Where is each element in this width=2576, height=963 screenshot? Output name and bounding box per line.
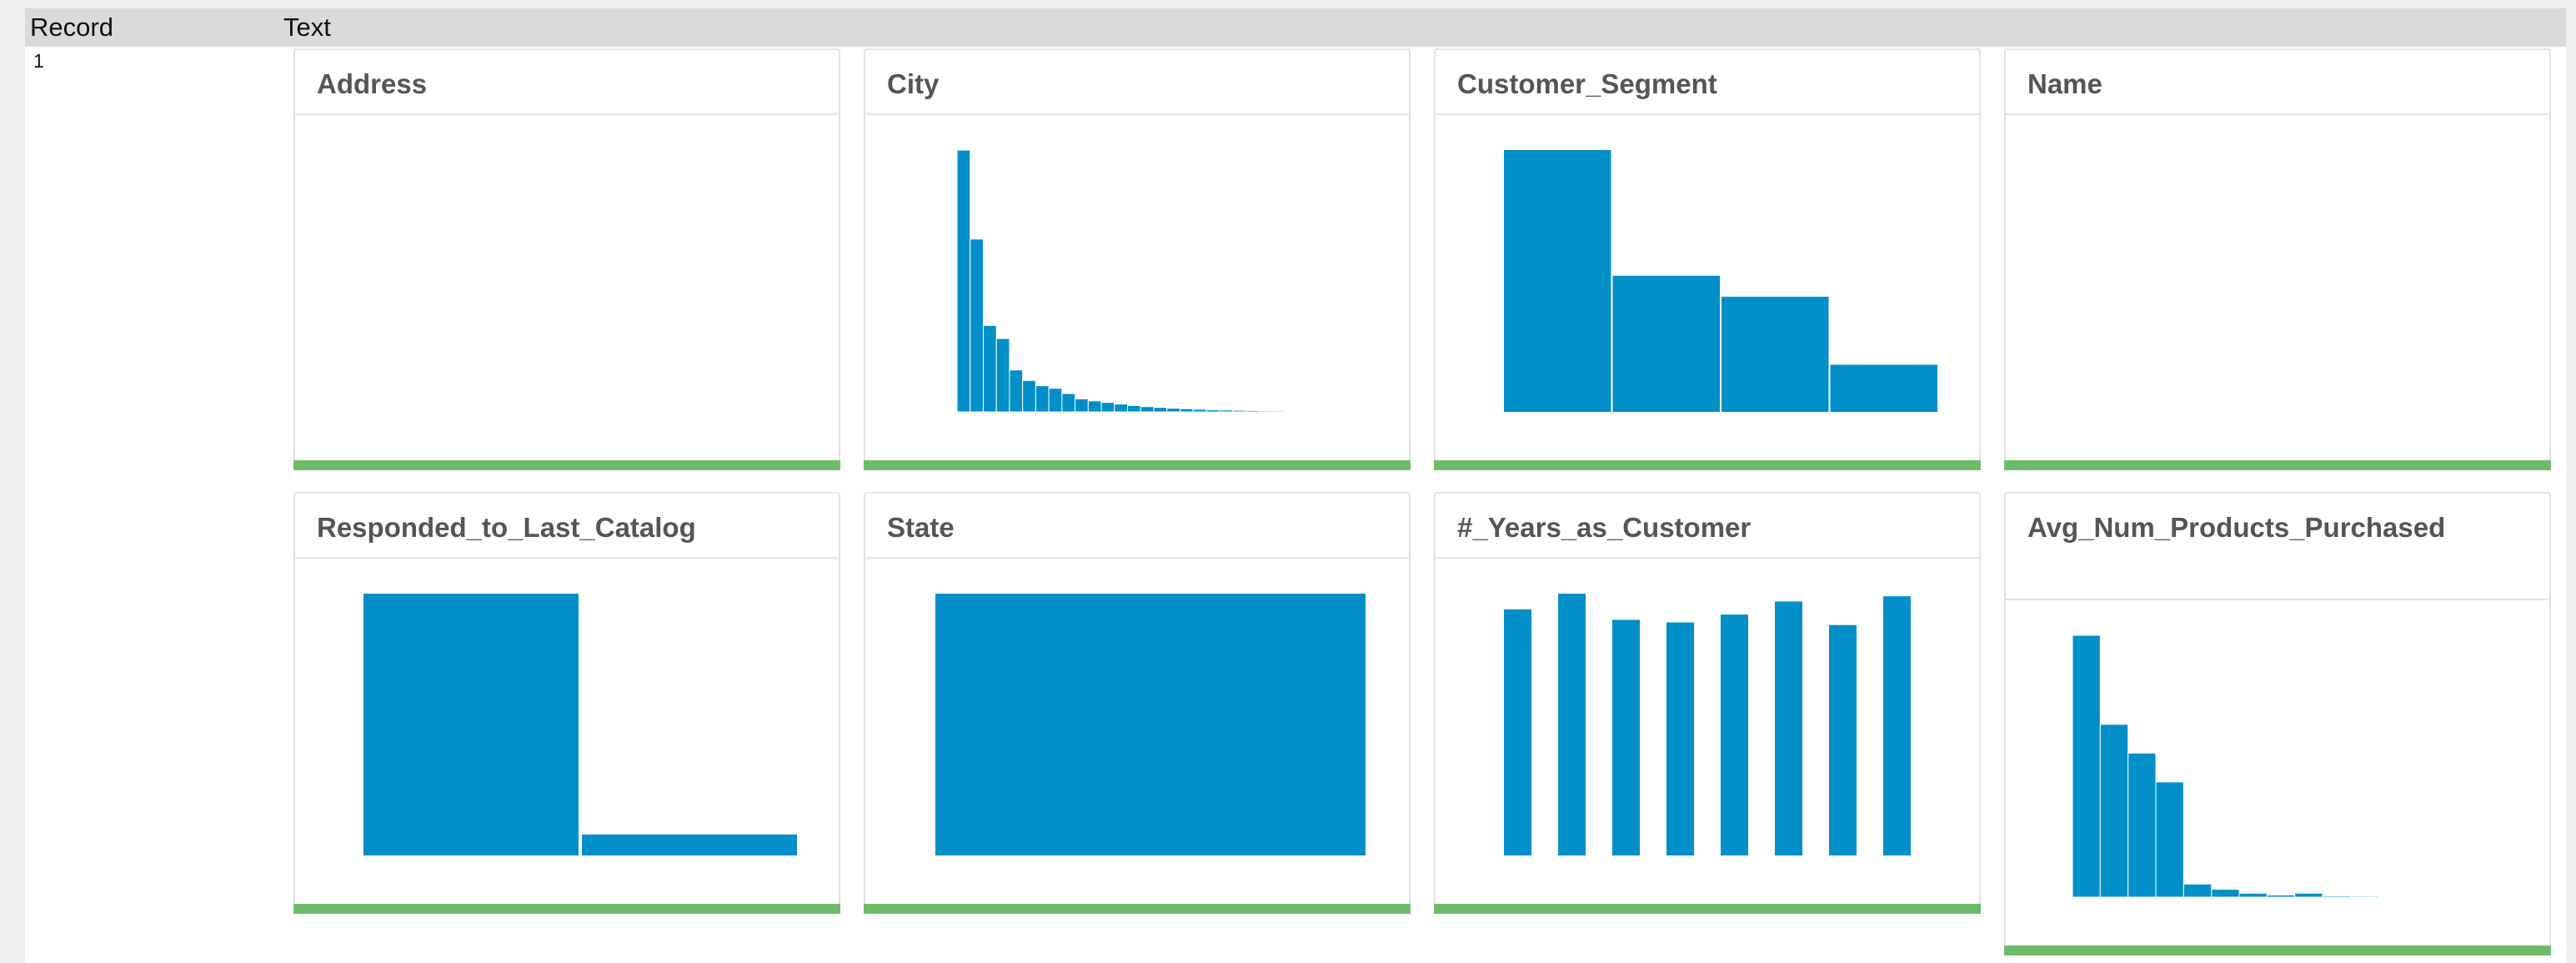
histogram-bar[interactable] (982, 324, 997, 413)
histogram-bar[interactable] (1336, 410, 1351, 413)
histogram-bar[interactable] (2405, 895, 2434, 898)
field-summary-card-state[interactable]: State (864, 492, 1411, 914)
field-summary-card-city[interactable]: City (864, 48, 1411, 470)
field-title: Address (317, 68, 428, 99)
histogram-bar[interactable] (1612, 619, 1640, 855)
histogram-bar[interactable] (2127, 752, 2157, 898)
histogram-bar[interactable] (1166, 408, 1180, 413)
histogram-bar[interactable] (1258, 410, 1273, 413)
histogram-bar[interactable] (1114, 404, 1129, 413)
histogram-bar[interactable] (935, 594, 1366, 855)
histogram-bar[interactable] (1504, 150, 1611, 412)
histogram-avg-num-products-purchased (2072, 634, 2490, 898)
field-summary-card-years-as-customer[interactable]: #_Years_as_Customer (1434, 492, 1981, 914)
histogram-name (2006, 117, 2549, 434)
histogram-bar[interactable] (1100, 402, 1115, 413)
histogram-bar[interactable] (2294, 892, 2323, 898)
field-summary-card-avg-num-products-purchased[interactable]: Avg_Num_Products_Purchased (2004, 492, 2551, 955)
histogram-responded-to-last-catalog (363, 594, 797, 855)
histogram-bar[interactable] (1087, 400, 1102, 413)
record-number: 1 (33, 50, 44, 72)
field-summary-card-address[interactable]: Address (293, 48, 840, 470)
data-quality-bar (2004, 945, 2551, 955)
field-title: Name (2027, 68, 2102, 99)
grid-header: Record Text (25, 8, 2566, 47)
histogram-bar[interactable] (1558, 594, 1586, 855)
histogram-bar[interactable] (1721, 614, 1748, 855)
histogram-bar[interactable] (2183, 883, 2213, 898)
histogram-bar[interactable] (956, 149, 971, 413)
histogram-bar[interactable] (1271, 410, 1285, 413)
histogram-bar[interactable] (2072, 634, 2101, 898)
histogram-bar[interactable] (1205, 409, 1220, 413)
field-title: #_Years_as_Customer (1457, 512, 1752, 543)
histogram-bar[interactable] (1245, 409, 1260, 413)
histogram-bar[interactable] (1219, 409, 1233, 413)
histogram-city (956, 149, 1351, 413)
field-summary-card-responded-to-last-catalog[interactable]: Responded_to_Last_Catalog (293, 492, 840, 914)
histogram-bar[interactable] (1061, 393, 1076, 413)
histogram-bar[interactable] (2322, 895, 2351, 898)
histogram-bar[interactable] (1612, 275, 1721, 412)
data-quality-bar (1434, 460, 1981, 470)
data-quality-bar (1434, 904, 1981, 914)
histogram-bar[interactable] (1324, 410, 1338, 413)
histogram-bar[interactable] (2099, 724, 2129, 898)
histogram-state (935, 594, 1366, 855)
histogram-bar[interactable] (2378, 895, 2407, 898)
histogram-bar[interactable] (1883, 596, 1911, 855)
field-title: City (887, 68, 940, 99)
histogram-bar[interactable] (2433, 895, 2463, 898)
histogram-bar[interactable] (1311, 410, 1326, 413)
histogram-bar[interactable] (1284, 410, 1299, 413)
histogram-bar[interactable] (2155, 781, 2184, 898)
column-header-text[interactable]: Text (283, 8, 331, 47)
field-summary-card-name[interactable]: Name (2004, 48, 2551, 470)
histogram-bar[interactable] (2238, 892, 2268, 898)
histogram-bar[interactable] (1022, 379, 1036, 413)
histogram-bar[interactable] (2461, 895, 2490, 898)
histogram-bar[interactable] (1153, 407, 1168, 413)
field-title: Customer_Segment (1457, 68, 1717, 99)
column-header-record[interactable]: Record (30, 8, 113, 47)
histogram-customer-segment (1504, 150, 1938, 412)
histogram-bar[interactable] (1829, 624, 1857, 855)
histogram-bar[interactable] (1127, 404, 1141, 413)
field-summary-card-customer-segment[interactable]: Customer_Segment (1434, 48, 1981, 470)
histogram-years-as-customer (1504, 594, 1911, 855)
histogram-bar[interactable] (1231, 409, 1246, 413)
data-quality-bar (2004, 460, 2551, 470)
histogram-bar[interactable] (1775, 601, 1802, 855)
histogram-bar[interactable] (1504, 609, 1531, 855)
histogram-bar[interactable] (1722, 296, 1829, 412)
histogram-bar[interactable] (995, 338, 1010, 413)
histogram-bar[interactable] (1297, 410, 1312, 413)
data-quality-bar (864, 904, 1411, 914)
histogram-bar[interactable] (2266, 894, 2296, 898)
histogram-bar[interactable] (1192, 409, 1207, 413)
histogram-bar[interactable] (1075, 398, 1089, 413)
histogram-bar[interactable] (970, 238, 984, 413)
data-quality-bar (293, 460, 840, 470)
histogram-bar[interactable] (363, 594, 579, 855)
field-title: Responded_to_Last_Catalog (317, 512, 696, 543)
histogram-bar[interactable] (1035, 385, 1050, 413)
field-title: Avg_Num_Products_Purchased (2027, 512, 2446, 543)
histogram-bar[interactable] (2211, 889, 2240, 898)
histogram-address (295, 117, 839, 434)
histogram-bar[interactable] (1830, 364, 1938, 412)
histogram-bar[interactable] (1048, 388, 1063, 413)
histogram-bar[interactable] (1179, 408, 1194, 413)
histogram-bar[interactable] (1140, 406, 1155, 413)
data-quality-bar (293, 904, 840, 914)
field-title: State (887, 512, 955, 543)
histogram-bar[interactable] (1666, 622, 1694, 855)
histogram-bar[interactable] (1009, 369, 1024, 413)
histogram-bar[interactable] (582, 834, 797, 855)
data-quality-bar (864, 460, 1411, 470)
histogram-bar[interactable] (2349, 895, 2379, 898)
